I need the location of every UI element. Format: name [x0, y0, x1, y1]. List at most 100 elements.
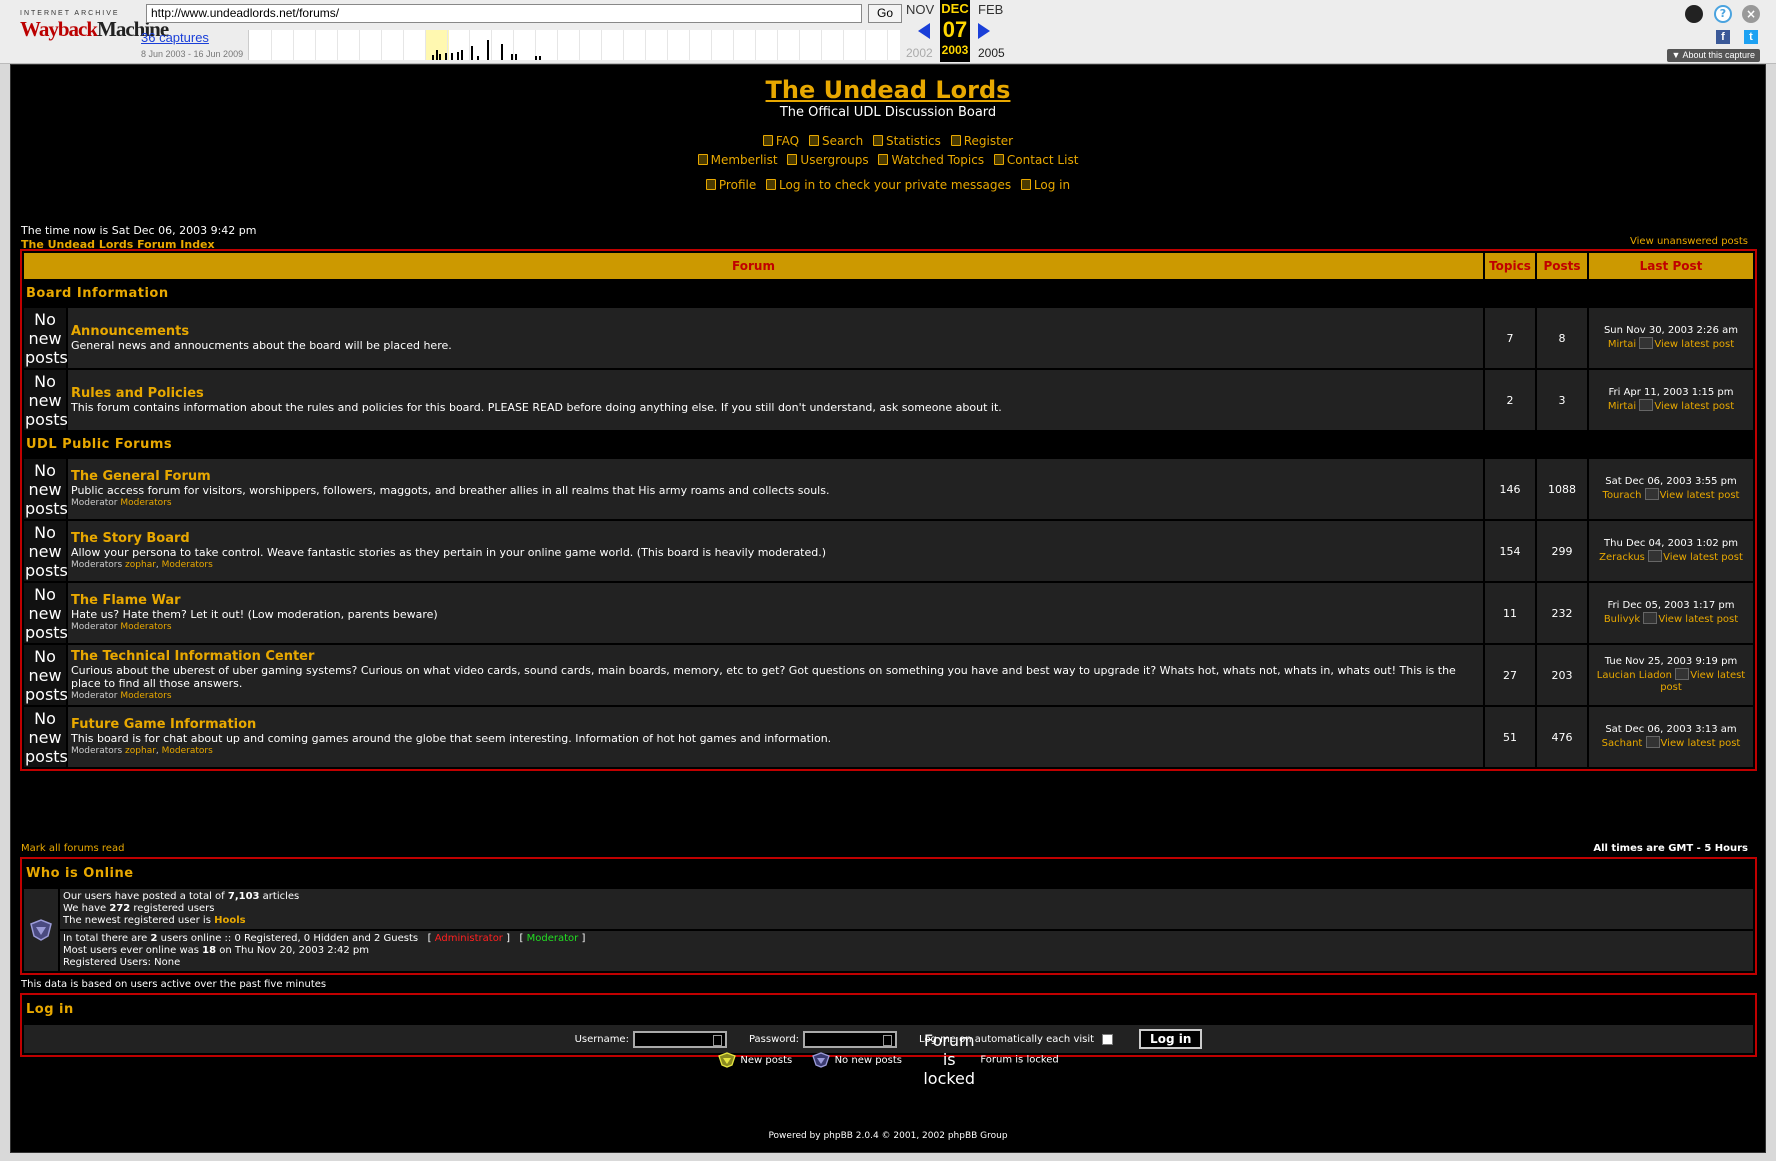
sparkline-bar[interactable] [451, 53, 453, 60]
last-post-user-link[interactable]: Zerackus [1599, 552, 1645, 563]
sparkline-bar[interactable] [461, 50, 463, 60]
prev-capture-arrow-icon[interactable] [918, 23, 930, 39]
sparkline-bar[interactable] [457, 52, 459, 60]
last-post-date: Sat Dec 06, 2003 3:55 pm [1605, 476, 1737, 487]
sparkline-bar[interactable] [515, 54, 517, 60]
mark-all-read-link[interactable]: Mark all forums read [21, 843, 124, 854]
last-post-user-link[interactable]: Bulivyk [1604, 614, 1640, 625]
sparkline-bar[interactable] [535, 56, 537, 60]
sparkline-bar[interactable] [511, 54, 513, 60]
view-latest-post-link[interactable]: View latest post [1654, 339, 1734, 350]
sparkline-column [491, 30, 492, 60]
last-post-user-link[interactable]: Sachant [1602, 738, 1643, 749]
sparkline-bar[interactable] [445, 53, 447, 60]
next-capture-arrow-icon[interactable] [978, 23, 990, 39]
latest-post-icon[interactable] [1643, 612, 1658, 624]
facebook-icon[interactable]: f [1716, 30, 1730, 44]
nav-watched-topics[interactable]: Watched Topics [878, 153, 984, 167]
next-month[interactable]: FEB [978, 2, 1003, 17]
moderator-link[interactable]: zophar [125, 746, 156, 756]
nav-login[interactable]: Log in [1020, 178, 1070, 192]
prev-year[interactable]: 2002 [906, 46, 933, 60]
nav-faq[interactable]: FAQ [762, 134, 799, 148]
view-latest-post-link[interactable]: View latest post [1660, 490, 1740, 501]
nav-usergroups[interactable]: Usergroups [787, 153, 869, 167]
next-year[interactable]: 2005 [978, 46, 1005, 60]
memberlist-icon [697, 154, 708, 165]
active-note: This data is based on users active over … [21, 979, 327, 990]
url-input[interactable]: http://www.undeadlords.net/forums/ [146, 4, 862, 23]
forum-info: The Story Board Allow your persona to tak… [68, 521, 1483, 581]
twitter-icon[interactable]: t [1744, 30, 1758, 44]
last-post-user-link[interactable]: Mirtai [1608, 401, 1636, 412]
view-latest-post-link[interactable]: View latest post [1661, 738, 1741, 749]
latest-post-icon[interactable] [1644, 488, 1659, 500]
last-post-cell: Thu Dec 04, 2003 1:02 pm Zerackus View la… [1589, 521, 1753, 581]
nav-contact-list[interactable]: Contact List [993, 153, 1078, 167]
site-title[interactable]: The Undead Lords [11, 76, 1765, 104]
last-post-cell: Sun Nov 30, 2003 2:26 am Mirtai View late… [1589, 308, 1753, 368]
forum-name-link[interactable]: Announcements [71, 324, 1480, 339]
last-post-user-link[interactable]: Laucian Liadon [1597, 670, 1672, 681]
nav-register[interactable]: Register [950, 134, 1013, 148]
moderator-link[interactable]: Moderators [120, 622, 171, 632]
captures-link[interactable]: 36 captures [141, 30, 209, 45]
category-title[interactable]: Board Information [24, 281, 1753, 306]
sparkline-bar[interactable] [432, 55, 434, 60]
latest-post-icon[interactable] [1648, 550, 1663, 562]
online-max-count: 18 [202, 945, 217, 956]
go-button[interactable]: Go [868, 4, 902, 23]
latest-post-icon[interactable] [1645, 736, 1660, 748]
sparkline-bar[interactable] [501, 44, 503, 60]
view-latest-post-link[interactable]: View latest post [1663, 552, 1743, 563]
last-post-user-link[interactable]: Tourach [1603, 490, 1642, 501]
last-post-date: Thu Dec 04, 2003 1:02 pm [1604, 538, 1738, 549]
latest-post-icon[interactable] [1675, 668, 1690, 680]
close-icon[interactable]: × [1742, 5, 1760, 23]
forum-name-link[interactable]: Future Game Information [71, 717, 1480, 732]
sparkline-bar[interactable] [436, 50, 438, 60]
sparkline-column [271, 30, 272, 60]
help-icon[interactable]: ? [1714, 5, 1732, 23]
about-capture-button[interactable]: ▼ About this capture [1666, 49, 1760, 62]
moderator-link[interactable]: Moderators [162, 560, 213, 570]
forum-name-link[interactable]: The Story Board [71, 531, 1480, 546]
sparkline-bar[interactable] [487, 40, 489, 60]
view-latest-post-link[interactable]: View latest post [1658, 614, 1738, 625]
moderator-link[interactable]: Moderators [120, 498, 171, 508]
forum-name-link[interactable]: Rules and Policies [71, 386, 1480, 401]
last-post-user-link[interactable]: Mirtai [1608, 339, 1636, 350]
nav-search[interactable]: Search [808, 134, 863, 148]
moderator-link[interactable]: zophar [125, 560, 156, 570]
nav-profile-label: Profile [718, 178, 757, 192]
profile-icon [705, 179, 716, 190]
sparkline-bar[interactable] [439, 54, 441, 60]
view-latest-post-link[interactable]: View latest post [1660, 670, 1745, 693]
moderator-link[interactable]: Moderators [120, 691, 171, 701]
user-icon[interactable] [1685, 5, 1703, 23]
latest-post-icon[interactable] [1639, 399, 1654, 411]
forum-name-link[interactable]: The Flame War [71, 593, 1480, 608]
sparkline-bar[interactable] [477, 56, 479, 60]
moderator-link[interactable]: Moderators [162, 746, 213, 756]
legend-no-new-posts: No new posts [811, 1051, 902, 1068]
category-title[interactable]: UDL Public Forums [24, 432, 1753, 457]
forum-name-link[interactable]: The Technical Information Center [71, 649, 1480, 664]
capture-sparkline[interactable] [248, 30, 900, 60]
forum-description: Hate us? Hate them? Let it out! (Low mod… [71, 608, 438, 621]
nav-memberlist[interactable]: Memberlist [697, 153, 778, 167]
nav-private-messages[interactable]: Log in to check your private messages [766, 178, 1011, 192]
wayback-logo[interactable]: INTERNET ARCHIVE WaybackMachine [20, 10, 169, 50]
who-is-online-title[interactable]: Who is Online [22, 859, 1755, 889]
nav-statistics[interactable]: Statistics [873, 134, 941, 148]
nav-profile[interactable]: Profile [705, 178, 757, 192]
view-latest-post-link[interactable]: View latest post [1654, 401, 1734, 412]
forum-name-link[interactable]: The General Forum [71, 469, 1480, 484]
prev-month[interactable]: NOV [906, 2, 934, 17]
sparkline-bar[interactable] [539, 56, 541, 60]
sparkline-bar[interactable] [471, 46, 473, 60]
sparkline-column [601, 30, 602, 60]
unanswered-posts-link[interactable]: View unanswered posts [1630, 236, 1748, 247]
latest-post-icon[interactable] [1639, 337, 1654, 349]
newest-user-link[interactable]: Hools [214, 915, 246, 926]
